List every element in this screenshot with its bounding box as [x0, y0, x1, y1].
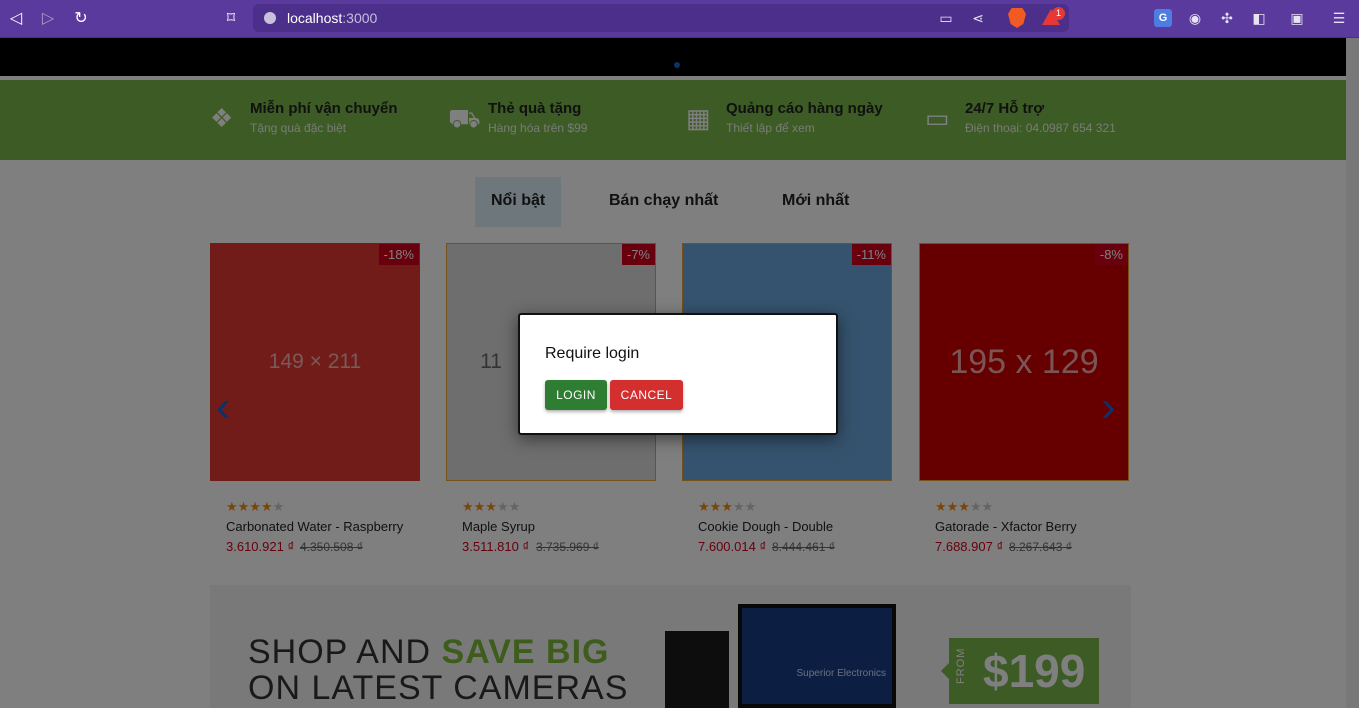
login-required-dialog: Require login LOGIN CANCEL — [518, 313, 838, 435]
rewards-badge: 1 — [1052, 7, 1065, 20]
site-info-icon[interactable] — [264, 12, 276, 24]
wallet-icon[interactable]: ▣ — [1288, 9, 1306, 27]
login-button[interactable]: LOGIN — [545, 380, 607, 410]
back-icon[interactable]: ◁ — [6, 9, 26, 29]
profile-extension-icon[interactable]: ◉ — [1186, 9, 1204, 27]
cancel-button[interactable]: CANCEL — [610, 380, 683, 410]
dialog-title: Require login — [545, 345, 640, 362]
bookmark-icon[interactable]: ⌑ — [221, 9, 241, 29]
menu-icon[interactable]: ☰ — [1330, 9, 1348, 27]
forward-icon[interactable]: ▷ — [38, 9, 58, 29]
browser-toolbar: ◁ ▷ ↻ ⌑ localhost:3000 ▭ ⋖ 1 G ◉ ✣ ◧ ▣ ☰ — [0, 0, 1359, 38]
sidebar-icon[interactable]: ◧ — [1250, 9, 1268, 27]
cast-icon[interactable]: ▭ — [937, 9, 955, 27]
url-text[interactable]: localhost:3000 — [287, 10, 377, 26]
share-icon[interactable]: ⋖ — [969, 9, 987, 27]
reload-icon[interactable]: ↻ — [71, 9, 91, 29]
translate-icon[interactable]: G — [1154, 9, 1172, 27]
extensions-icon[interactable]: ✣ — [1218, 9, 1236, 27]
